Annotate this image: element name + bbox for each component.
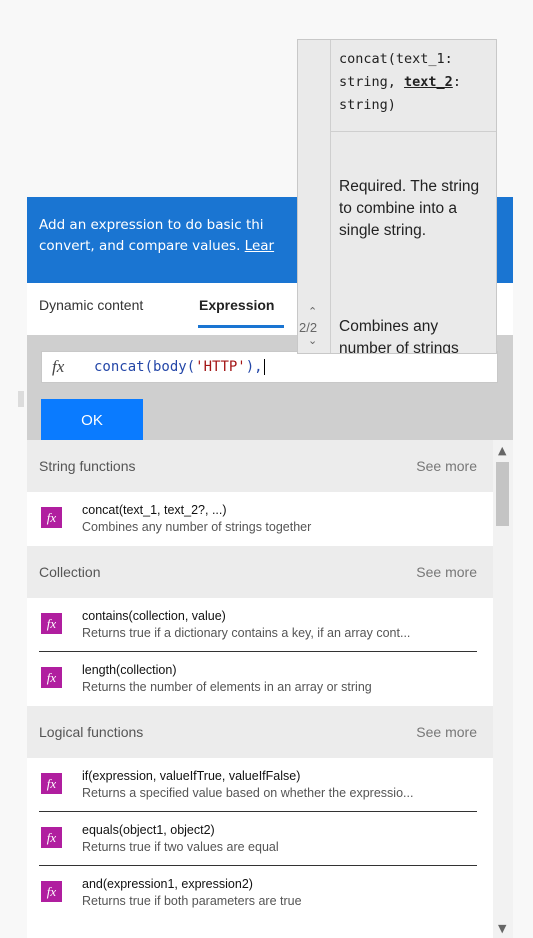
function-name: contains(collection, value)	[82, 609, 226, 623]
function-list: String functions See more fx concat(text…	[27, 440, 493, 938]
section-title: Collection	[39, 564, 101, 580]
function-name: and(expression1, expression2)	[82, 877, 253, 891]
fx-icon: fx	[41, 881, 62, 902]
ok-button[interactable]: OK	[41, 399, 143, 440]
fx-icon: fx	[41, 827, 62, 848]
signature-help-tooltip: ⌃ 2/2 ⌄ concat(text_1: string, text_2: s…	[297, 39, 497, 354]
tab-expression[interactable]: Expression	[199, 297, 274, 313]
section-header-logical-functions: Logical functions See more	[27, 706, 493, 758]
text-cursor	[263, 359, 265, 375]
banner-line-2-text: convert, and compare values.	[39, 238, 245, 254]
section-header-string-functions: String functions See more	[27, 440, 493, 492]
current-parameter: text_2	[404, 74, 453, 90]
function-name: concat(text_1, text_2?, ...)	[82, 503, 227, 517]
function-description: Returns the number of elements in an arr…	[82, 680, 372, 694]
function-item-length[interactable]: fx length(collection) Returns the number…	[27, 652, 493, 706]
see-more-link[interactable]: See more	[416, 564, 477, 580]
tab-dynamic-content[interactable]: Dynamic content	[39, 297, 143, 313]
function-name: if(expression, valueIfTrue, valueIfFalse…	[82, 769, 301, 783]
expression-string-literal: 'HTTP'	[195, 359, 246, 375]
function-item-contains[interactable]: fx contains(collection, value) Returns t…	[27, 598, 493, 652]
see-more-link[interactable]: See more	[416, 724, 477, 740]
left-edge-handle	[18, 391, 24, 407]
section-title: Logical functions	[39, 724, 144, 740]
chevron-down-icon[interactable]: ▼	[498, 922, 506, 935]
function-item-concat[interactable]: fx concat(text_1, text_2?, ...) Combines…	[27, 492, 493, 546]
chevron-down-icon[interactable]: ⌄	[308, 334, 317, 347]
section-title: String functions	[39, 458, 136, 474]
function-description: Returns true if both parameters are true	[82, 894, 302, 908]
expression-part-1: concat(body(	[94, 359, 196, 375]
fx-icon: fx	[52, 357, 65, 376]
overload-navigator: ⌃ 2/2 ⌄	[298, 40, 331, 353]
learn-more-link[interactable]: Lear	[245, 238, 274, 254]
scrollbar-thumb[interactable]	[496, 462, 509, 526]
see-more-link[interactable]: See more	[416, 458, 477, 474]
function-description: Combines any number of strings together	[82, 520, 312, 534]
chevron-up-icon[interactable]: ⌃	[308, 305, 317, 318]
function-name: length(collection)	[82, 663, 177, 677]
expression-input[interactable]: fx concat(body('HTTP'),	[41, 351, 498, 383]
function-signature: concat(text_1: string, text_2: string)	[339, 48, 493, 117]
fx-icon: fx	[41, 507, 62, 528]
function-description: Returns a specified value based on wheth…	[82, 786, 414, 800]
function-description: Returns true if two values are equal	[82, 840, 279, 854]
expression-part-2: ),	[245, 359, 263, 375]
parameter-description: Required. The string to combine into a s…	[339, 178, 480, 239]
function-description: Combines any number of strings together	[339, 318, 459, 354]
fx-icon: fx	[41, 613, 62, 634]
overload-count: 2/2	[299, 320, 318, 335]
function-item-equals[interactable]: fx equals(object1, object2) Returns true…	[27, 812, 493, 866]
expression-text[interactable]: concat(body('HTTP'),	[94, 359, 265, 375]
active-tab-indicator	[198, 325, 284, 328]
divider	[331, 131, 496, 132]
function-name: equals(object1, object2)	[82, 823, 215, 837]
fx-icon: fx	[41, 773, 62, 794]
function-description: Returns true if a dictionary contains a …	[82, 626, 411, 640]
function-item-if[interactable]: fx if(expression, valueIfTrue, valueIfFa…	[27, 758, 493, 812]
function-item-and[interactable]: fx and(expression1, expression2) Returns…	[27, 866, 493, 920]
fx-icon: fx	[41, 667, 62, 688]
chevron-up-icon[interactable]: ▲	[498, 444, 506, 457]
section-header-collection: Collection See more	[27, 546, 493, 598]
list-scrollbar[interactable]: ▲ ▼	[493, 440, 513, 938]
